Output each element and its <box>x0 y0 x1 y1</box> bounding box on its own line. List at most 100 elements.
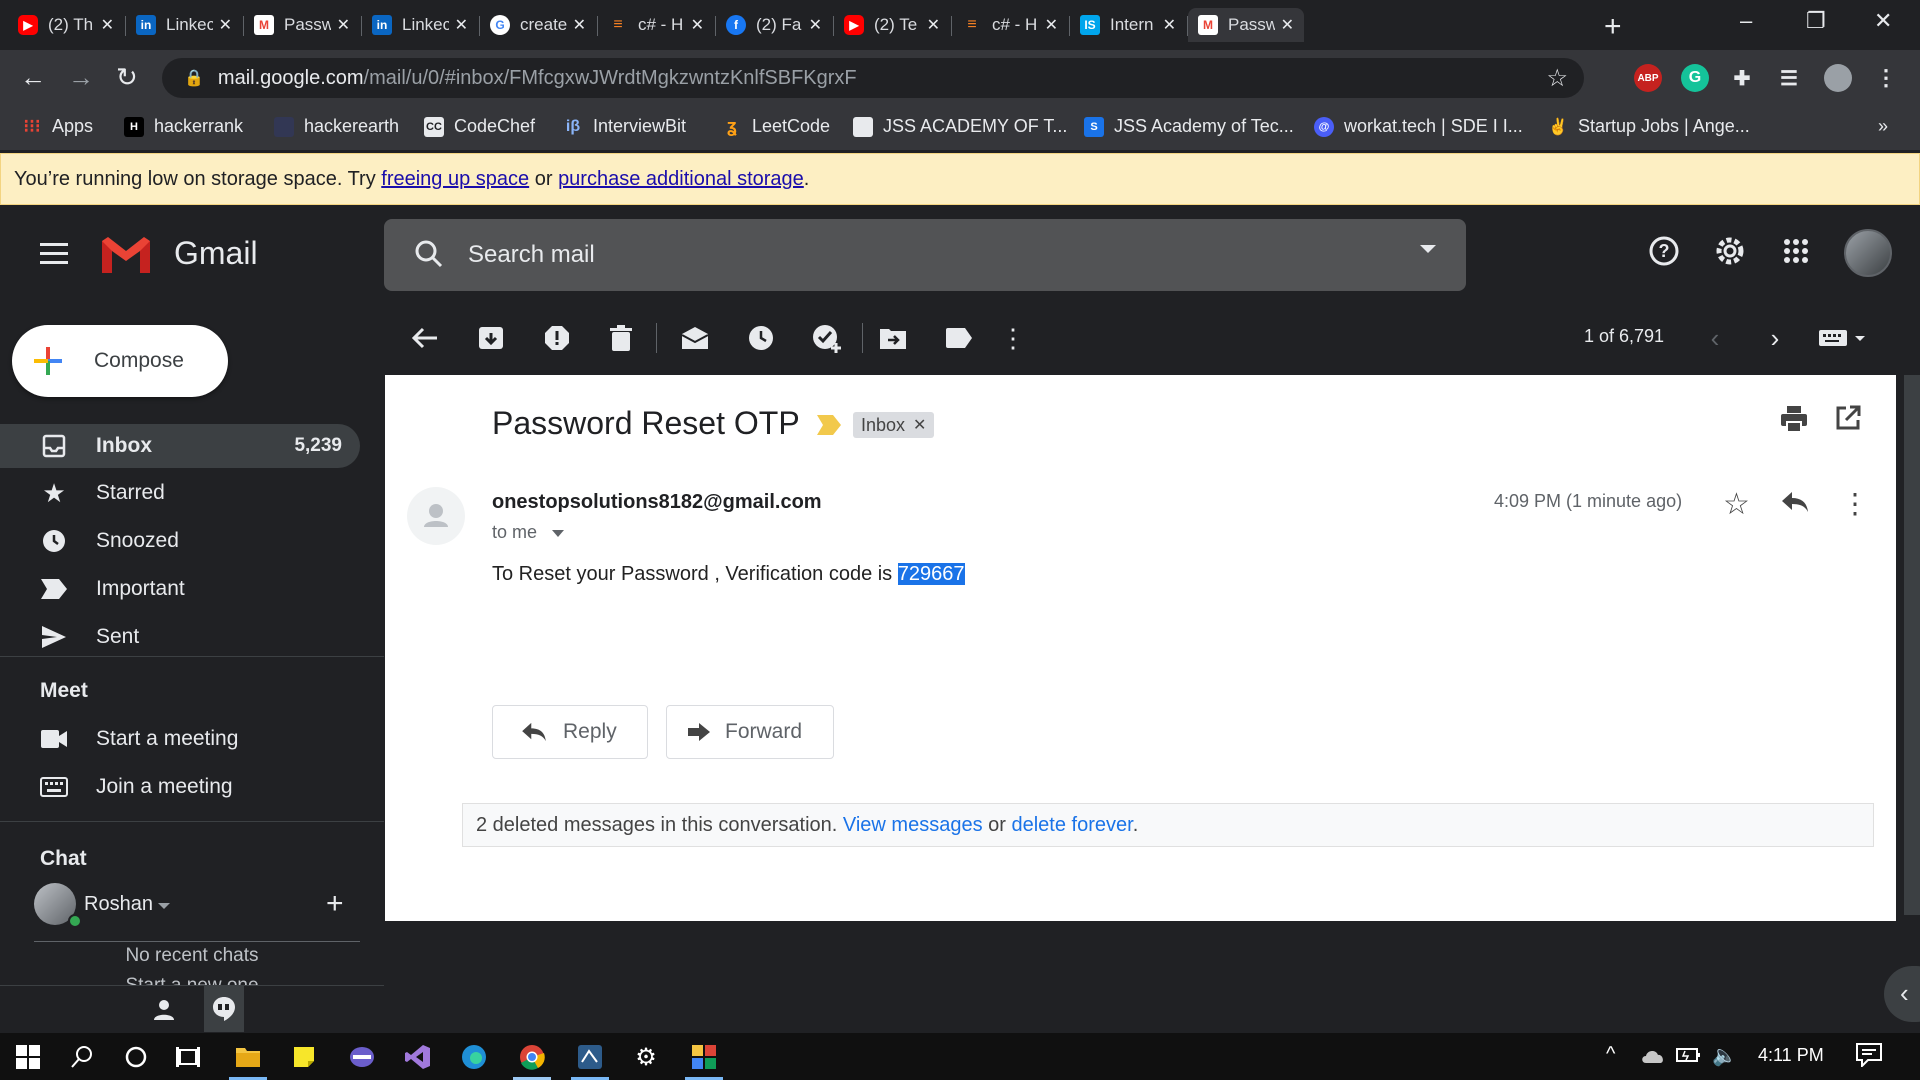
gmail-logo-icon[interactable] <box>98 233 154 275</box>
chat-user-name[interactable]: Roshan <box>84 893 153 916</box>
search-options-dropdown-icon[interactable] <box>1420 245 1436 253</box>
bookmarks-overflow-button[interactable]: » <box>1878 116 1888 137</box>
newer-message-chevron-icon[interactable]: ‹ <box>1700 323 1730 353</box>
browser-tab[interactable]: in Linkec ✕ <box>362 8 478 42</box>
delete-forever-link[interactable]: delete forever <box>1011 814 1132 836</box>
help-icon[interactable]: ? <box>1644 231 1684 271</box>
reload-icon[interactable]: ↻ <box>116 62 138 93</box>
join-meeting-item[interactable]: Join a meeting <box>0 765 360 809</box>
view-messages-link[interactable]: View messages <box>843 814 983 836</box>
close-tab-icon[interactable]: ✕ <box>101 15 114 35</box>
chat-status-dropdown-icon[interactable] <box>158 903 170 909</box>
sidebar-item-inbox[interactable]: Inbox 5,239 <box>0 424 360 468</box>
older-message-chevron-icon[interactable]: › <box>1760 323 1790 353</box>
sidebar-item-important[interactable]: Important <box>0 567 360 611</box>
task-view-icon[interactable] <box>172 1041 204 1073</box>
move-to-icon[interactable] <box>878 323 908 353</box>
search-icon[interactable] <box>414 239 444 269</box>
account-avatar[interactable] <box>1844 229 1892 277</box>
browser-tab[interactable]: ≡ c# - H ✕ <box>952 8 1068 42</box>
purchase-storage-link[interactable]: purchase additional storage <box>558 168 804 190</box>
chrome-menu-icon[interactable]: ⋮ <box>1872 64 1900 92</box>
label-tag-icon[interactable] <box>944 323 974 353</box>
google-apps-icon[interactable] <box>1776 231 1816 271</box>
input-tools-keyboard-icon[interactable] <box>1814 323 1874 353</box>
contacts-person-icon[interactable] <box>152 998 176 1027</box>
browser-tab[interactable]: M Passw ✕ <box>1188 8 1304 42</box>
grammarly-extension-icon[interactable]: G <box>1681 64 1709 92</box>
importance-marker-icon[interactable] <box>817 415 841 435</box>
reply-button[interactable]: Reply <box>492 705 648 759</box>
forward-icon[interactable]: → <box>68 62 94 93</box>
close-tab-icon[interactable]: ✕ <box>927 15 940 35</box>
show-details-chevron-icon[interactable] <box>552 529 565 537</box>
onedrive-cloud-icon[interactable] <box>1640 1045 1666 1070</box>
close-tab-icon[interactable]: ✕ <box>1045 15 1058 35</box>
close-tab-icon[interactable]: ✕ <box>809 15 822 35</box>
browser-tab[interactable]: Gcreate ✕ <box>480 8 596 42</box>
reply-arrow-icon[interactable] <box>1781 491 1809 518</box>
close-window-button[interactable]: ✕ <box>1874 8 1892 34</box>
browser-tab[interactable]: f (2) Fa ✕ <box>716 8 832 42</box>
app-icon[interactable] <box>346 1041 378 1073</box>
bookmark-codechef[interactable]: CC CodeChef <box>424 116 535 137</box>
print-icon[interactable] <box>1780 405 1808 438</box>
sticky-notes-icon[interactable] <box>288 1041 320 1073</box>
report-spam-icon[interactable] <box>542 323 572 353</box>
open-in-new-window-icon[interactable] <box>1835 405 1861 436</box>
volume-speaker-icon[interactable]: 🔈 <box>1712 1043 1737 1068</box>
remove-label-icon[interactable]: ✕ <box>913 415 926 435</box>
sidebar-item-sent[interactable]: Sent <box>0 615 360 659</box>
windows-start-icon[interactable] <box>12 1041 44 1073</box>
freeing-up-space-link[interactable]: freeing up space <box>381 168 529 190</box>
address-bar[interactable]: 🔒 mail.google.com/mail/u/0/#inbox/FMfcgx… <box>162 58 1584 98</box>
bookmark-apps[interactable]: ⁝⁝⁝ Apps <box>22 116 93 137</box>
bookmark-startup-jobs[interactable]: ✌ Startup Jobs | Ange... <box>1548 116 1750 137</box>
bookmark-interviewbit[interactable]: iβ InterviewBit <box>563 116 686 137</box>
app-icon[interactable] <box>574 1041 606 1073</box>
visual-studio-icon[interactable] <box>402 1041 434 1073</box>
hangouts-tab[interactable] <box>204 986 244 1032</box>
bookmark-jss-academy-1[interactable]: JSS ACADEMY OF T... <box>853 116 1067 137</box>
reading-list-icon[interactable]: ☰ <box>1775 64 1803 92</box>
recipient-summary[interactable]: to me <box>492 522 565 543</box>
mark-unread-icon[interactable] <box>680 323 710 353</box>
battery-icon[interactable] <box>1676 1045 1702 1070</box>
bookmark-hackerearth[interactable]: hackerearth <box>274 116 399 137</box>
search-input[interactable] <box>468 237 1368 273</box>
adblock-extension-icon[interactable]: ABP <box>1634 64 1662 92</box>
archive-icon[interactable] <box>476 323 506 353</box>
browser-tab[interactable]: M Passw ✕ <box>244 8 360 42</box>
edge-browser-icon[interactable] <box>458 1041 490 1073</box>
bookmark-star-icon[interactable]: ☆ <box>1546 64 1568 93</box>
browser-tab[interactable]: ≡ c# - H ✕ <box>598 8 714 42</box>
notifications-icon[interactable] <box>1856 1043 1882 1072</box>
bookmark-jss-academy-2[interactable]: S JSS Academy of Tec... <box>1084 116 1294 137</box>
profile-avatar-icon[interactable] <box>1824 64 1852 92</box>
close-tab-icon[interactable]: ✕ <box>691 15 704 35</box>
message-more-options-icon[interactable]: ⋮ <box>1841 487 1869 520</box>
browser-tab[interactable]: ▶ (2) Te ✕ <box>834 8 950 42</box>
minimize-button[interactable]: – <box>1740 8 1752 34</box>
more-options-icon[interactable]: ⋮ <box>998 323 1028 353</box>
forward-button[interactable]: Forward <box>666 705 834 759</box>
browser-tab[interactable]: ▶ (2) Th ✕ <box>8 8 124 42</box>
close-tab-icon[interactable]: ✕ <box>219 15 232 35</box>
bookmark-workat-tech[interactable]: @ workat.tech | SDE I I... <box>1314 116 1523 137</box>
sidebar-item-starred[interactable]: ★ Starred <box>0 471 360 515</box>
message-scrollbar[interactable] <box>1904 375 1920 915</box>
side-panel-toggle[interactable]: ‹ <box>1884 966 1920 1022</box>
search-icon[interactable] <box>66 1041 98 1073</box>
cortana-icon[interactable] <box>120 1041 152 1073</box>
browser-tab[interactable]: in Linkec ✕ <box>126 8 242 42</box>
new-chat-plus-icon[interactable]: + <box>326 887 344 921</box>
clock-time[interactable]: 4:11 PM <box>1758 1045 1824 1066</box>
bookmark-hackerrank[interactable]: H hackerrank <box>124 116 243 137</box>
star-message-icon[interactable]: ☆ <box>1723 487 1750 522</box>
close-tab-icon[interactable]: ✕ <box>1163 15 1176 35</box>
start-meeting-item[interactable]: Start a meeting <box>0 717 360 761</box>
file-explorer-icon[interactable] <box>232 1041 264 1073</box>
sidebar-item-snoozed[interactable]: Snoozed <box>0 519 360 563</box>
chrome-browser-icon[interactable] <box>516 1041 548 1073</box>
close-tab-icon[interactable]: ✕ <box>455 15 468 35</box>
